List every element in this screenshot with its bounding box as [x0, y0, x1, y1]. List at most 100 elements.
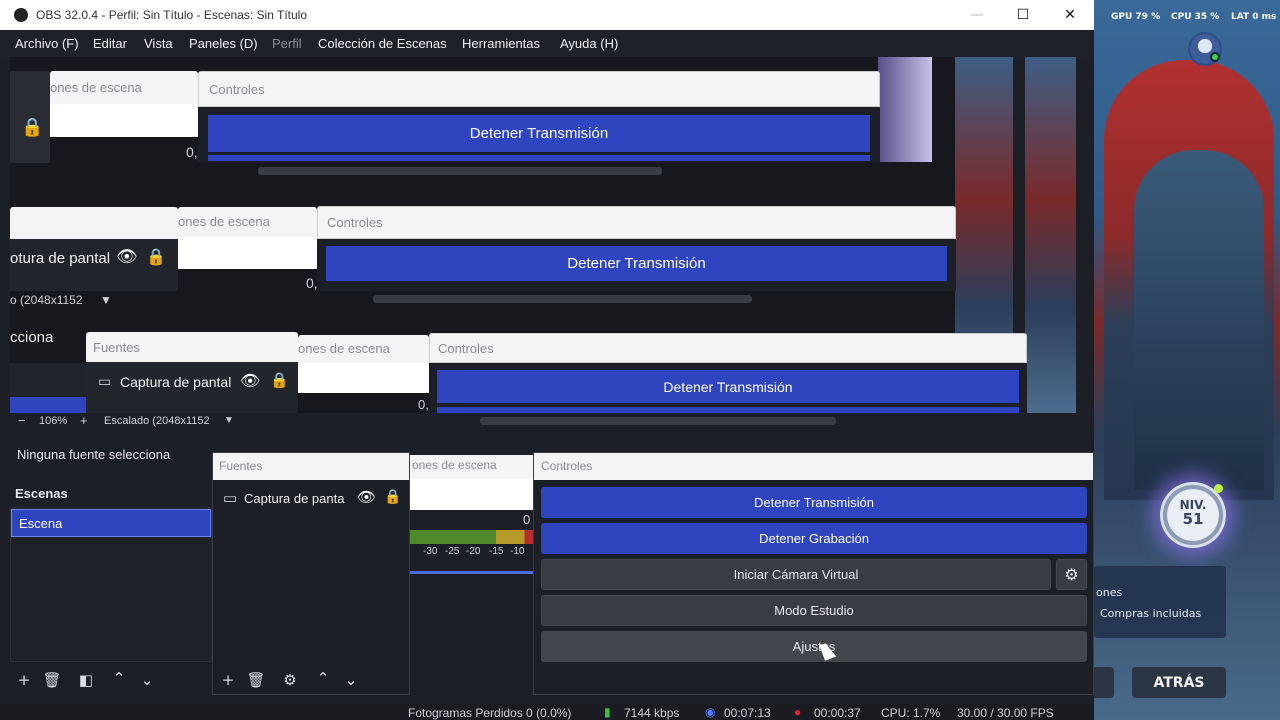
menu-ayuda[interactable]: Ayuda (H) — [560, 36, 618, 51]
menu-vista[interactable]: Vista — [144, 36, 173, 51]
cpu-usage: CPU: 1.7% — [881, 706, 941, 720]
audio-level-zero: 0 — [523, 512, 531, 527]
level2-transiciones-body — [178, 237, 317, 269]
remove-scene-icon[interactable]: 🗑 — [42, 671, 62, 689]
preview-glow — [878, 57, 932, 162]
audio-meter — [410, 530, 533, 544]
source-item[interactable]: ▭ Captura de panta 👁 🔒 — [213, 483, 409, 513]
dropped-frames: Fotogramas Perdidos 0 (0.0%) — [408, 706, 572, 720]
scene-item-escena[interactable]: Escena — [11, 509, 211, 537]
stop-stream-button[interactable]: Detener Transmisión — [541, 487, 1087, 518]
game-panel-line1: ones — [1096, 586, 1123, 599]
visibility-eye-icon[interactable]: 👁 — [357, 488, 376, 506]
level1-lock-icon: 🔒 — [21, 117, 44, 137]
back-button[interactable]: ATRÁS — [1132, 667, 1226, 698]
level3-scene-selected — [10, 397, 86, 413]
scene-filters-icon[interactable]: ◧ — [76, 671, 96, 689]
level3-zero-label: 0, — [418, 397, 429, 412]
meter-tick-25: -25 — [445, 546, 460, 557]
obs-logo-icon — [14, 8, 28, 22]
start-virtual-camera-button[interactable]: Iniciar Cámara Virtual — [541, 559, 1051, 590]
add-scene-icon[interactable]: + — [14, 671, 34, 689]
transitions-header: ones de escena — [410, 455, 533, 479]
zoom-in-button[interactable]: + — [80, 413, 88, 428]
game-panel-line2: Compras incluidas — [1100, 607, 1202, 620]
transitions-body — [410, 479, 533, 510]
level3-fuentes-header: Fuentes — [86, 332, 298, 362]
level2-capture-label: otura de pantal — [10, 250, 111, 267]
level1-transiciones-body — [50, 104, 198, 137]
level-value: 51 — [1182, 510, 1204, 528]
add-source-icon[interactable]: + — [218, 671, 238, 689]
scenes-title: Escenas — [15, 486, 68, 501]
level1-scrollbar — [258, 167, 662, 175]
meter-tick-20: -20 — [466, 546, 481, 557]
online-status-icon — [1210, 52, 1220, 62]
level-notification-icon — [1214, 484, 1223, 493]
menu-editar[interactable]: Editar — [93, 36, 127, 51]
recording-time: 00:00:37 — [814, 706, 861, 720]
level2-controles-header: Controles — [317, 206, 956, 239]
source-lock-icon[interactable]: 🔒 — [384, 488, 401, 505]
studio-mode-button[interactable]: Modo Estudio — [541, 595, 1087, 626]
source-up-icon[interactable]: ⌃ — [313, 669, 333, 687]
level3-stop-stream-button: Detener Transmisión — [437, 370, 1019, 403]
level2-lock-icon: 🔒 — [146, 249, 166, 266]
meter-tick-15: -15 — [489, 546, 504, 557]
menu-herramientas[interactable]: Herramientas — [462, 36, 540, 51]
menu-perfil[interactable]: Perfil — [272, 36, 302, 51]
level1-stop-record-edge — [208, 155, 870, 161]
stream-time: 00:07:13 — [724, 706, 771, 720]
level3-lock-icon: 🔒 — [270, 372, 289, 389]
preview-h-scrollbar[interactable] — [480, 417, 836, 425]
level3-transiciones-header: ones de escena — [298, 335, 429, 363]
preview-canvas[interactable]: 🔒 ones de escena 0, Controles Detener Tr… — [10, 57, 1076, 413]
level1-stop-stream-button: Detener Transmisión — [208, 115, 870, 152]
source-down-icon[interactable]: ⌄ — [341, 671, 361, 689]
menu-archivo[interactable]: Archivo (F) — [15, 36, 79, 51]
menu-coleccion-escenas[interactable]: Colección de Escenas — [318, 36, 447, 51]
scene-down-icon[interactable]: ⌄ — [137, 671, 157, 689]
stop-recording-button[interactable]: Detener Grabación — [541, 523, 1087, 554]
scale-dropdown[interactable]: Escalado (2048x1152 — [104, 415, 210, 427]
level3-capture-label: Captura de pantal — [120, 374, 232, 390]
volume-slider[interactable] — [410, 571, 533, 574]
level2-stop-stream-button: Detener Transmisión — [326, 246, 947, 281]
signal-icon: ▮ — [604, 705, 611, 719]
zoom-out-button[interactable]: − — [18, 413, 26, 428]
menu-paneles[interactable]: Paneles (D) — [189, 36, 258, 51]
controls-dock: Controles Detener Transmisión Detener Gr… — [533, 452, 1094, 695]
level3-transiciones-body — [298, 363, 429, 393]
stream-icon: ◉ — [705, 705, 716, 719]
window-title: OBS 32.0.4 - Perfil: Sin Título - Escena… — [36, 8, 308, 22]
latency-readout: LAT 0 ms — [1231, 12, 1277, 22]
virtual-camera-settings-gear-icon[interactable]: ⚙ — [1056, 559, 1087, 590]
source-properties-gear-icon[interactable]: ⚙ — [280, 671, 300, 689]
close-button[interactable]: ✕ — [1047, 0, 1093, 30]
meter-tick-10: -10 — [510, 546, 525, 557]
sources-header: Fuentes — [213, 453, 409, 480]
level1-zero-label: 0, — [186, 144, 198, 160]
maximize-button[interactable]: ☐ — [1000, 0, 1046, 30]
minimize-button[interactable]: — — [954, 0, 1000, 30]
no-source-selected-label: Ninguna fuente selecciona — [17, 447, 171, 462]
record-icon: ● — [794, 705, 802, 719]
level1-controles-header: Controles — [198, 71, 880, 107]
meter-tick-30: -30 — [423, 546, 438, 557]
menu-bar: Archivo (F) Editar Vista Paneles (D) Per… — [0, 30, 1094, 57]
remove-source-icon[interactable]: 🗑 — [246, 671, 266, 689]
level2-fuentes-header — [10, 207, 178, 239]
title-bar: OBS 32.0.4 - Perfil: Sin Título - Escena… — [0, 0, 1094, 30]
game-info-panel: ones Compras incluidas — [1094, 566, 1226, 638]
level2-scale-label: o (2048x1152 — [10, 293, 83, 307]
game-left-button[interactable] — [1094, 667, 1114, 698]
zoom-level: 106% — [39, 415, 68, 427]
monitor-icon: ▭ — [223, 490, 238, 507]
cpu-readout: CPU 35 % — [1171, 12, 1220, 22]
level1-transiciones-header: ones de escena — [50, 71, 198, 104]
level3-eye-icon: 👁 — [240, 373, 261, 390]
level2-transiciones-header: ones de escena — [178, 207, 317, 237]
settings-button[interactable]: Ajustes — [541, 631, 1087, 662]
scene-up-icon[interactable]: ⌃ — [109, 669, 129, 687]
level2-dropdown-icon: ▼ — [100, 293, 112, 307]
